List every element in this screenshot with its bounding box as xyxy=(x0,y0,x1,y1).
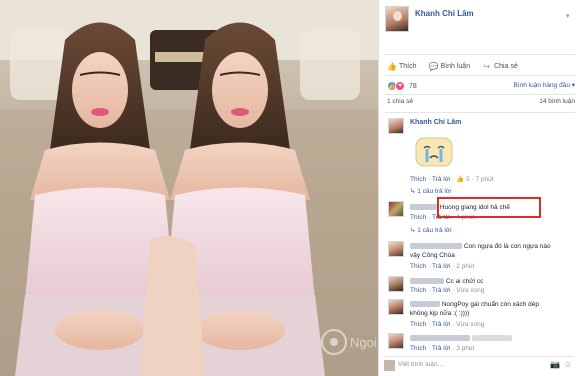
camera-icon[interactable]: 📷 xyxy=(550,360,560,369)
comment-text-line2: không kịp nữa :( :)))) xyxy=(410,310,470,317)
divider xyxy=(385,54,575,55)
comment-composer[interactable]: Viết bình luận... 📷 ☺ xyxy=(384,356,574,372)
comment-count[interactable]: 14 bình luận xyxy=(539,98,575,105)
comment-meta: Thích · Trả lời · 👍 5 · 7 phút xyxy=(410,176,494,183)
comment-reply-link[interactable]: Trả lời xyxy=(432,176,450,183)
replies-count: 1 câu trả lời xyxy=(417,227,452,234)
comment-like-link[interactable]: Thích xyxy=(410,263,426,270)
comment-avatar[interactable] xyxy=(388,201,404,217)
comment-like-link[interactable]: Thích xyxy=(410,345,426,352)
divider xyxy=(385,94,575,95)
comment-meta: Thích · Trả lời · 3 phút xyxy=(410,345,475,352)
comment-like-count: 5 xyxy=(466,176,470,183)
photo-illustration xyxy=(0,0,378,376)
share-comment-counts: 1 chia sẻ 14 bình luận xyxy=(387,98,575,108)
comment-meta: Thích · Trả lời · 2 phút xyxy=(410,263,475,270)
composer-avatar xyxy=(384,360,395,371)
share-count[interactable]: 1 chia sẻ xyxy=(387,98,413,105)
comment-time: 3 phút xyxy=(456,345,475,352)
comment-reply-link[interactable]: Trả lời xyxy=(432,321,450,328)
reaction-summary[interactable]: 👍 ♥ 78 Bình luận hàng đầu ▾ xyxy=(387,80,575,92)
comment-time: Vừa xong xyxy=(456,287,485,294)
post-sidebar: Khanh Chi Lâm ▾ 👍 Thích 💬 Bình luận ↪ Ch… xyxy=(378,0,580,376)
comment-avatar[interactable] xyxy=(388,333,404,349)
share-arrow-icon: ↪ xyxy=(483,61,490,71)
replies-count: 1 câu trả lời xyxy=(417,188,452,195)
blurred-name xyxy=(410,301,440,308)
comment-avatar[interactable] xyxy=(388,118,404,134)
comment-reply-link[interactable]: Trả lời xyxy=(432,345,450,352)
post-header: Khanh Chi Lâm ▾ xyxy=(385,6,575,36)
comment-like-link[interactable]: Thích xyxy=(410,176,426,183)
comment-like-icon: 👍 xyxy=(456,176,465,183)
comment-avatar[interactable] xyxy=(388,299,404,315)
view-replies-link[interactable]: ↳ 1 câu trả lời xyxy=(410,226,452,234)
comment-like-link[interactable]: Thích xyxy=(410,287,426,294)
comment-body: Con ngựa đó là con ngựa nào xyxy=(410,242,551,251)
comment-reply-link[interactable]: Trả lời xyxy=(432,287,450,294)
comment-meta: Thích · Trả lời · Vừa xong xyxy=(410,287,485,294)
comment-like-link[interactable]: Thích xyxy=(410,214,426,221)
comment-author[interactable]: Khanh Chi Lâm xyxy=(410,119,461,126)
post-author-name[interactable]: Khanh Chi Lâm xyxy=(415,9,474,18)
comment-time: Vừa xong xyxy=(456,321,485,328)
comment-body: Cc ai chửi cc xyxy=(410,277,483,286)
comment-body: NongPoy gái chuẩn còn xách dép xyxy=(410,300,539,309)
svg-text:NgoiSao.vn: NgoiSao.vn xyxy=(350,335,378,350)
comment-button[interactable]: 💬 Bình luận xyxy=(429,62,471,71)
share-label: Chia sẻ xyxy=(494,62,518,70)
comment-label: Bình luận xyxy=(440,62,471,70)
like-label: Thích xyxy=(399,62,417,70)
comment-bubble-icon: 💬 xyxy=(428,61,439,71)
comment-text-line2: vậy Công Chúa xyxy=(410,252,455,259)
blurred-name xyxy=(410,278,444,285)
comment-reply-link[interactable]: Trả lời xyxy=(432,263,450,270)
highlight-box xyxy=(437,197,541,218)
crying-sticker-icon xyxy=(415,137,453,167)
comment-sort-dropdown[interactable]: Bình luận hàng đầu ▾ xyxy=(514,81,575,89)
comment-text: Con ngựa đó là con ngựa nào xyxy=(463,243,551,250)
share-button[interactable]: ↪ Chia sẻ xyxy=(482,62,518,71)
divider xyxy=(385,112,575,113)
reaction-count: 78 xyxy=(409,82,417,90)
comment-body xyxy=(410,334,512,343)
blurred-name xyxy=(410,204,438,211)
post-actions: 👍 Thích 💬 Bình luận ↪ Chia sẻ xyxy=(387,60,575,72)
comment-text: NongPoy gái chuẩn còn xách dép xyxy=(441,301,540,308)
love-reaction-icon: ♥ xyxy=(395,81,405,91)
comment-avatar[interactable] xyxy=(388,276,404,292)
comment-like-link[interactable]: Thích xyxy=(410,321,426,328)
comment-meta: Thích · Trả lời · Vừa xong xyxy=(410,321,485,328)
comment-text: Cc ai chửi cc xyxy=(445,278,484,285)
author-avatar[interactable] xyxy=(385,6,409,32)
watermark-logo: NgoiSao.vn xyxy=(321,329,378,355)
comment-time: 7 phút xyxy=(475,176,494,183)
post-options-chevron-icon[interactable]: ▾ xyxy=(566,12,573,20)
blurred-name xyxy=(410,335,470,342)
blurred-text xyxy=(471,335,512,342)
post-photo[interactable]: NgoiSao.vn xyxy=(0,0,378,376)
thumbs-up-icon: 👍 xyxy=(387,61,397,71)
emoji-icon[interactable]: ☺ xyxy=(564,360,572,369)
view-replies-link[interactable]: ↳ 1 câu trả lời xyxy=(410,187,452,195)
comment-time: 2 phút xyxy=(456,263,475,270)
comment-avatar[interactable] xyxy=(388,241,404,257)
like-button[interactable]: 👍 Thích xyxy=(387,62,417,71)
comment-input[interactable]: Viết bình luận... xyxy=(398,361,443,368)
divider xyxy=(385,75,575,76)
blurred-name xyxy=(410,243,462,250)
